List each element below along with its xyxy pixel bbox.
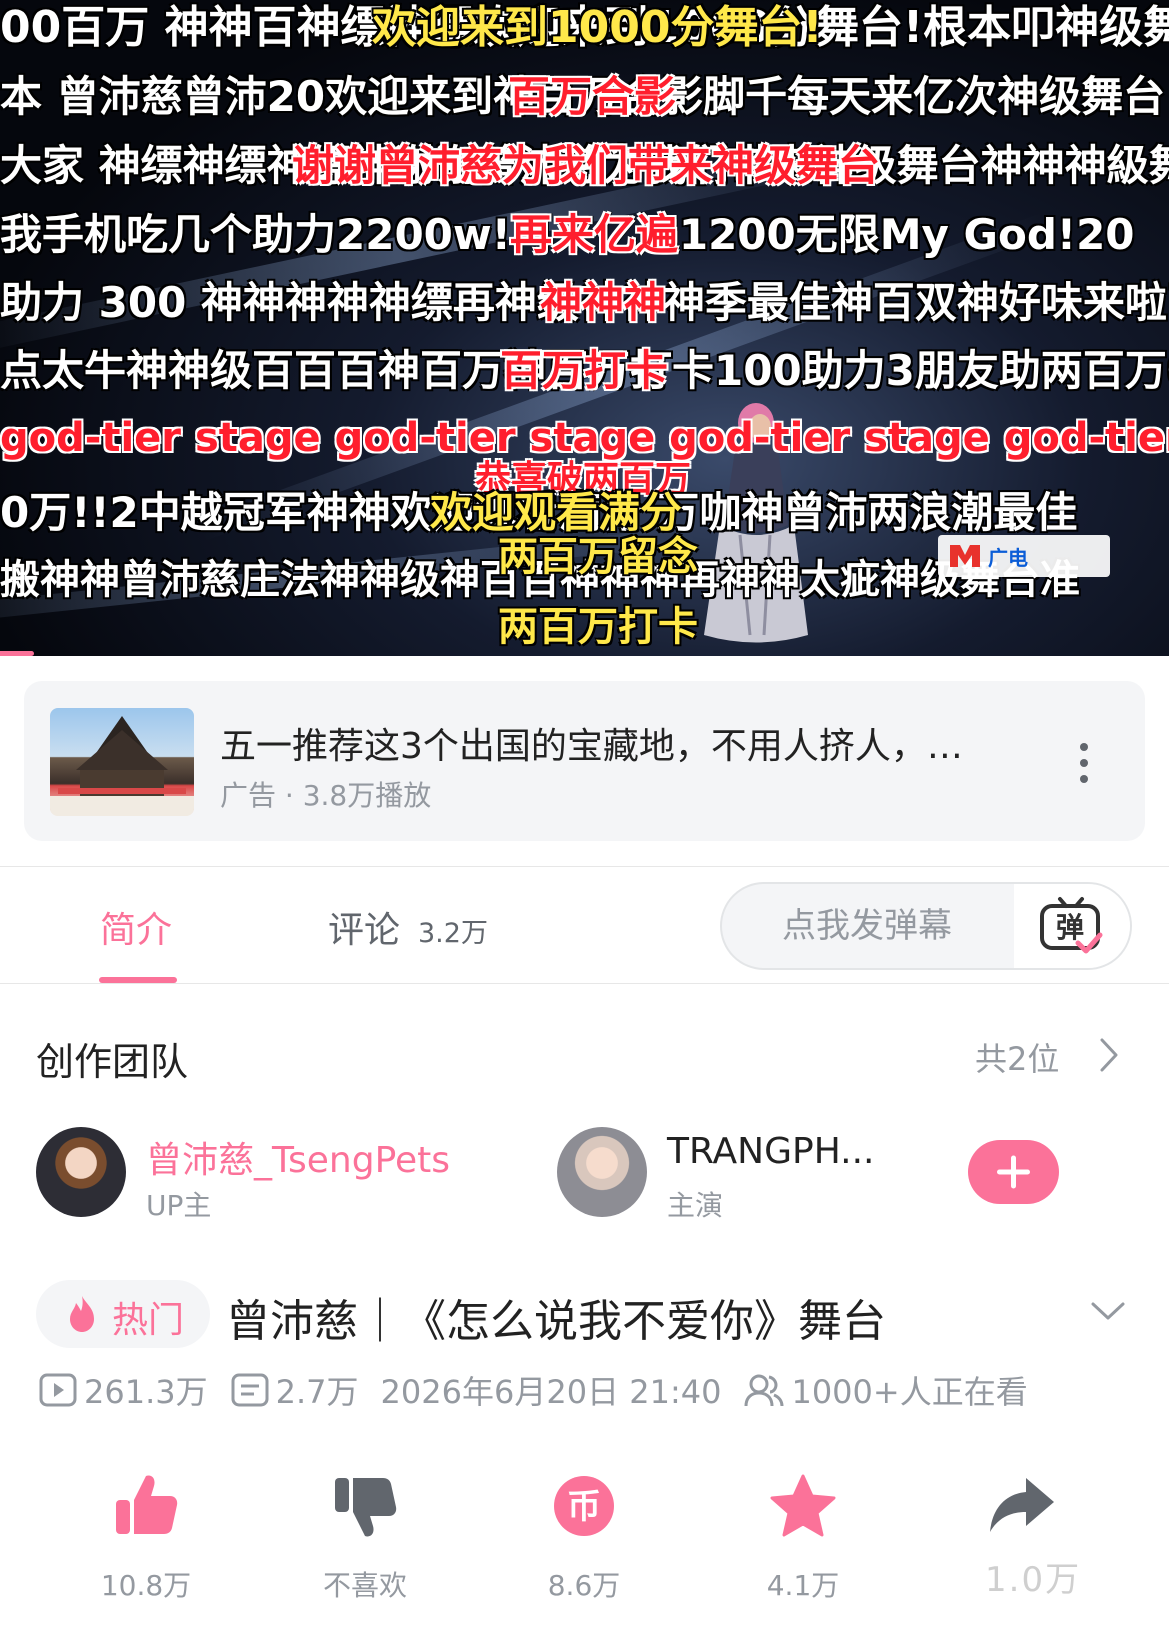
team-section-title: 创作团队 — [36, 1040, 189, 1084]
ad-title: 五一推荐这3个出国的宝藏地，不用人挤人，… — [220, 726, 963, 767]
danmaku-input-box[interactable]: 点我发弹幕 弹 — [720, 882, 1132, 970]
dislike-label: 不喜欢 — [322, 1569, 407, 1602]
member-name[interactable]: 曾沛慈_TsengPets — [146, 1131, 450, 1183]
channel-watermark: 广电 — [938, 535, 1110, 577]
svg-text:币: 币 — [567, 1487, 601, 1527]
danmaku-comment: god-tier stage god-tier stage god-tier s… — [0, 415, 1169, 461]
danmaku-comment: 两百万留念 — [498, 534, 698, 580]
follow-button[interactable] — [968, 1140, 1059, 1204]
channel-name: 广电 — [988, 545, 1028, 570]
playback-progress-bar[interactable] — [0, 651, 34, 656]
tv-logo-icon — [950, 545, 980, 567]
favorite-button[interactable]: 4.1万 — [733, 1470, 873, 1604]
ad-card[interactable]: 五一推荐这3个出国的宝藏地，不用人挤人，… 广告 · 3.8万播放 — [24, 681, 1145, 841]
view-count: 261.3万 — [84, 1373, 208, 1411]
share-count-watermark: 1.0万 — [985, 1560, 1082, 1600]
danmaku-comment: 百万合影 — [508, 72, 677, 121]
like-count: 10.8万 — [100, 1569, 192, 1602]
comment-count: 3.2万 — [418, 918, 488, 949]
divider — [0, 866, 1169, 867]
coin-icon: 币 — [554, 1476, 614, 1536]
danmaku-toggle-icon: 弹 — [1040, 897, 1103, 954]
share-icon — [990, 1478, 1054, 1532]
hot-label: 热门 — [112, 1300, 185, 1341]
tab-intro[interactable]: 简介 — [100, 901, 172, 953]
publish-date: 2026年6月20日 21:40 — [380, 1373, 722, 1411]
danmaku-count-icon — [231, 1373, 269, 1407]
watching-count: 1000+人正在看 — [791, 1373, 1028, 1411]
like-button[interactable]: 10.8万 — [76, 1470, 216, 1604]
chevron-down-icon[interactable] — [1090, 1300, 1126, 1322]
danmaku-comment: 再来亿遍 — [510, 210, 679, 259]
play-count-icon — [39, 1373, 77, 1407]
danmaku-comment: 神神神 — [540, 278, 667, 327]
chevron-right-icon[interactable] — [1098, 1037, 1120, 1073]
favorite-count: 4.1万 — [766, 1569, 840, 1602]
ad-subtitle: 广告 · 3.8万播放 — [220, 779, 432, 812]
team-count[interactable]: 共2位 — [975, 1034, 1059, 1080]
danmaku-comment: 百万打卡 — [500, 346, 669, 395]
video-player[interactable]: 00百万 神神百神缥神缥欢迎来到1000分舞台!根本叩神级舞台 欢迎来到1000分… — [0, 0, 1169, 656]
thumbs-up-icon — [116, 1475, 178, 1534]
avatar[interactable] — [557, 1127, 647, 1217]
member-name[interactable]: TRANGPH... — [667, 1131, 874, 1172]
divider — [0, 983, 1169, 984]
viewers-icon — [744, 1374, 784, 1407]
dislike-button[interactable]: 不喜欢 — [295, 1470, 435, 1604]
star-icon — [770, 1474, 836, 1537]
flame-icon — [70, 1296, 94, 1332]
coin-button[interactable]: 币 8.6万 — [514, 1470, 654, 1604]
plus-icon — [997, 1155, 1030, 1189]
svg-text:弹: 弹 — [1056, 911, 1084, 944]
danmaku-comment: 两百万打卡 — [498, 604, 698, 650]
temple-icon — [50, 716, 194, 816]
danmaku-comment: 欢迎来到1000分舞台! — [372, 2, 823, 53]
video-title: 曾沛慈｜《怎么说我不爱你》舞台 — [226, 1296, 886, 1347]
danmaku-input[interactable]: 点我发弹幕 — [722, 884, 1012, 968]
share-button[interactable] — [952, 1470, 1092, 1542]
coin-count: 8.6万 — [547, 1569, 621, 1602]
member-role: UP主 — [146, 1189, 212, 1222]
avatar[interactable] — [36, 1127, 126, 1217]
danmaku-toggle-button[interactable]: 弹 — [1014, 884, 1130, 968]
video-stats: 261.3万 2.7万 2026年6月20日 21:40 1000+人正在看 — [38, 1368, 1028, 1412]
more-vertical-icon[interactable] — [1074, 739, 1094, 787]
danmaku-count: 2.7万 — [275, 1373, 359, 1411]
thumbs-down-icon — [335, 1478, 397, 1537]
danmaku-comment: 谢谢曾沛慈为我们带来神级舞台 — [292, 141, 881, 190]
member-role: 主演 — [667, 1189, 724, 1222]
tab-comments[interactable]: 评论 — [328, 901, 400, 953]
temple-thumbnail-image — [50, 708, 194, 816]
danmaku-comment: 欢迎观看满分 — [430, 488, 683, 537]
